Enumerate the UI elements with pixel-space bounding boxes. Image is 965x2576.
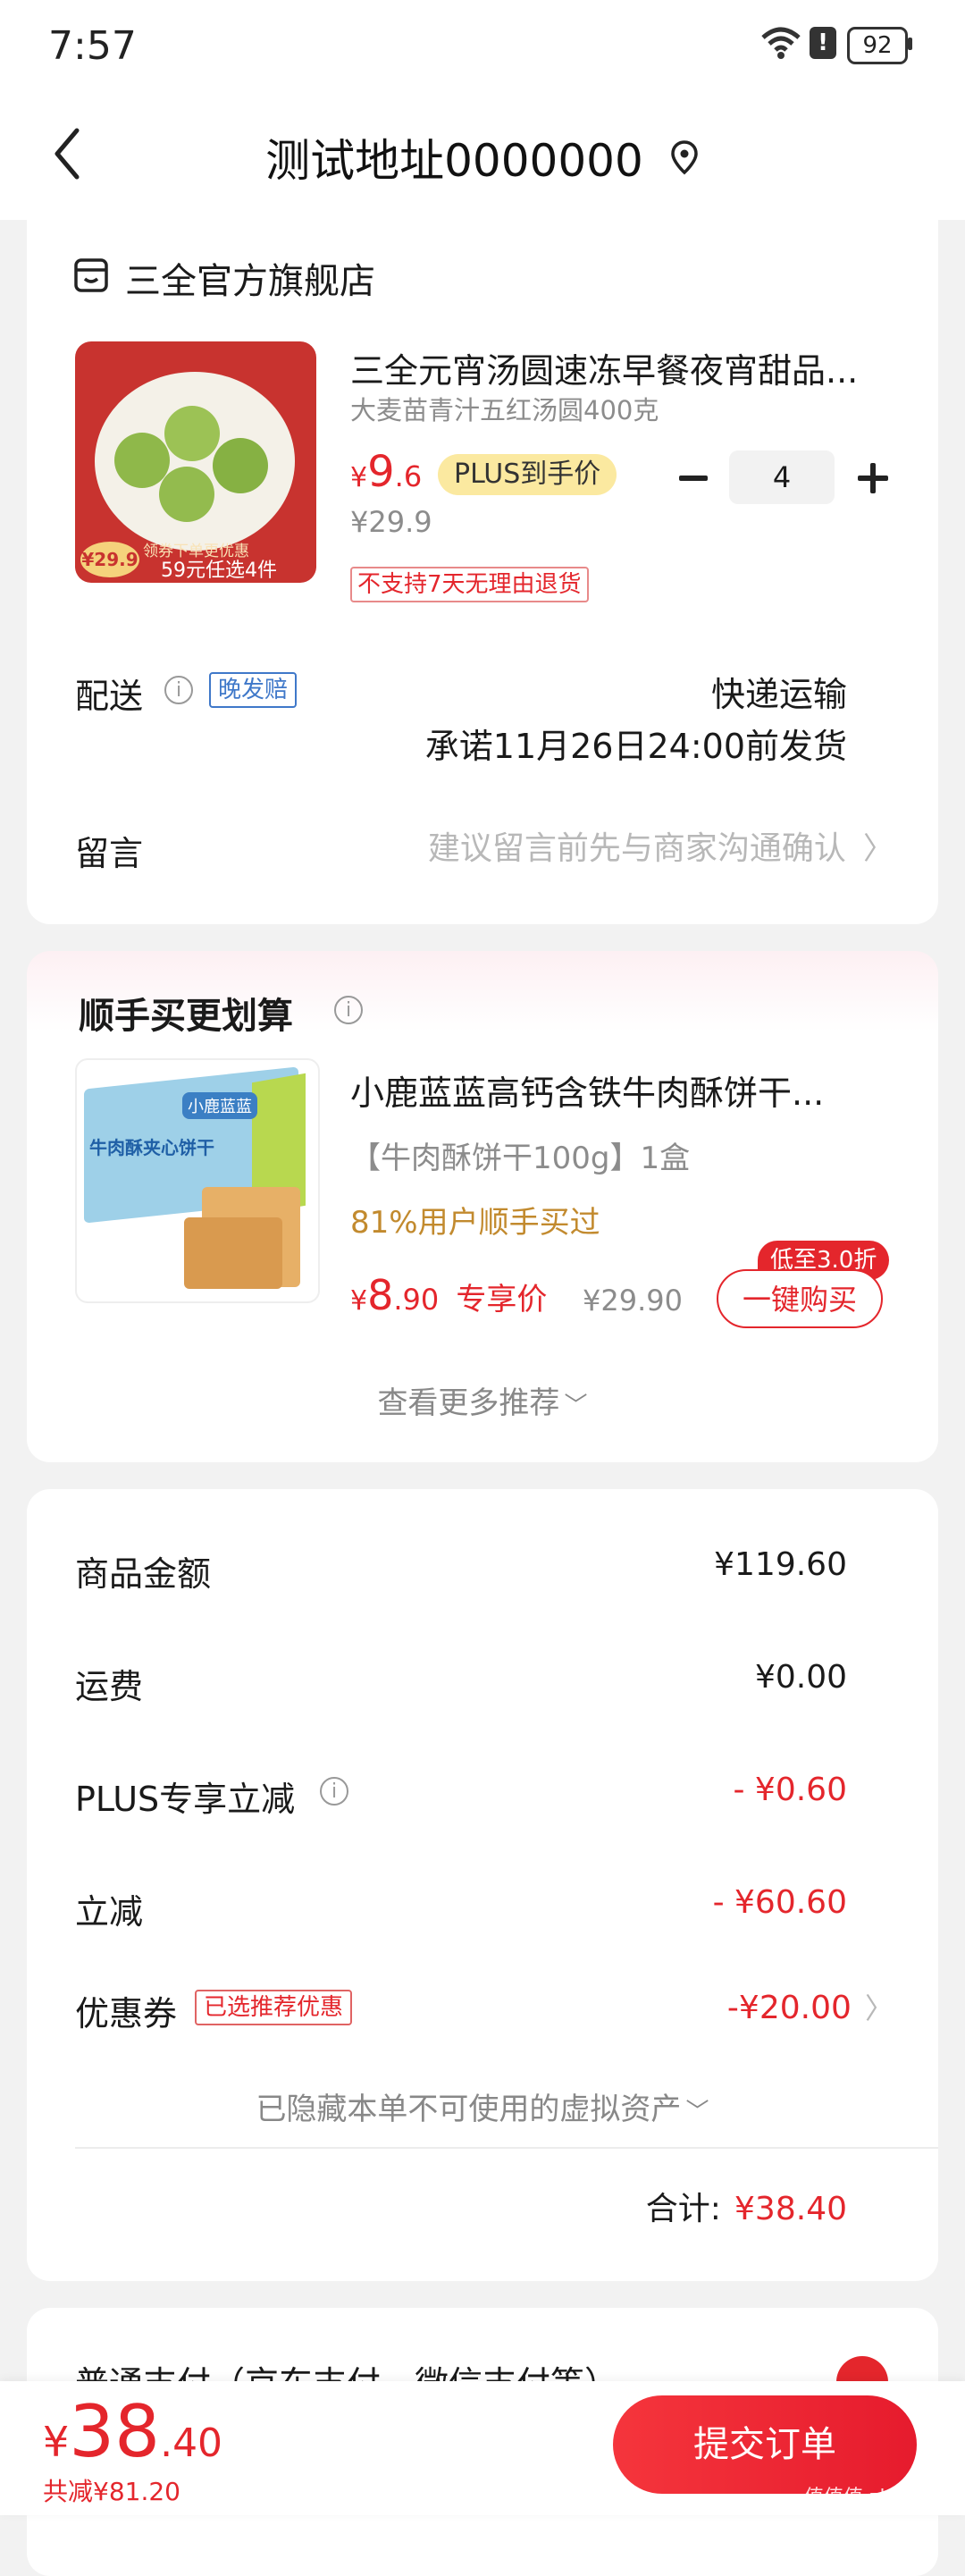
battery-tip bbox=[908, 38, 912, 50]
summary-plus-label: PLUS专享立减 bbox=[75, 1780, 296, 1819]
quantity-input[interactable]: 4 bbox=[729, 450, 835, 504]
recommend-title: 顺手买更划算 bbox=[79, 996, 293, 1037]
coupon-chevron-icon: 〉 bbox=[864, 1991, 894, 2025]
wifi-icon bbox=[761, 25, 801, 64]
summary-discount-label: 立减 bbox=[75, 1892, 144, 1932]
bottom-price-decimal: .40 bbox=[160, 2420, 223, 2466]
rec-price-integer: 8 bbox=[367, 1271, 394, 1319]
recommend-info-icon[interactable]: i bbox=[334, 996, 363, 1024]
coupon-tag: 已选推荐优惠 bbox=[195, 1990, 353, 2025]
bottom-price-symbol: ¥ bbox=[43, 2418, 70, 2466]
summary-shipping-value: ¥0.00 bbox=[754, 1659, 847, 1696]
recommend-price: ¥8.90 专享价 bbox=[350, 1271, 547, 1319]
minus-icon bbox=[679, 476, 708, 481]
recommend-social-proof: 81%用户顺手买过 bbox=[350, 1205, 600, 1241]
battery-indicator: 92 bbox=[847, 27, 908, 64]
chevron-down-icon: ﹀ bbox=[564, 1393, 588, 1419]
quantity-decrease-button[interactable] bbox=[676, 456, 713, 501]
bottom-price-integer: 38 bbox=[69, 2390, 161, 2473]
summary-divider bbox=[75, 2147, 938, 2149]
total-value: ¥38.40 bbox=[734, 2191, 847, 2227]
rec-price-tag: 专享价 bbox=[456, 1282, 548, 1317]
summary-shipping-label: 运费 bbox=[75, 1667, 144, 1706]
plus-icon-v bbox=[870, 463, 876, 493]
cracker-2 bbox=[184, 1217, 282, 1289]
summary-goods-label: 商品金额 bbox=[75, 1554, 212, 1594]
delivery-info-icon[interactable]: i bbox=[164, 676, 193, 704]
product-price: ¥9.6 bbox=[350, 447, 422, 497]
address-selector[interactable]: 测试地址0000000 bbox=[0, 125, 965, 188]
delivery-label: 配送 bbox=[75, 677, 144, 716]
store-icon bbox=[73, 257, 109, 297]
total-label: 合计: bbox=[645, 2191, 721, 2227]
price-decimal: .6 bbox=[394, 459, 423, 493]
summary-discount-value: - ¥60.60 bbox=[712, 1884, 847, 1921]
product-badge-text: 59元任选4件 bbox=[161, 560, 277, 582]
summary-coupon-label: 优惠券 bbox=[75, 1994, 178, 2033]
product-badge-price: ¥29.9 bbox=[80, 542, 139, 577]
summary-plus-value: - ¥0.60 bbox=[733, 1772, 848, 1808]
message-field[interactable]: 建议留言前先与商家沟通确认 〉 bbox=[375, 822, 894, 876]
location-pin-icon bbox=[671, 140, 698, 175]
recommend-product-image[interactable]: 小鹿蓝蓝 牛肉酥夹心饼干 bbox=[75, 1058, 320, 1303]
hidden-assets-label: 已隐藏本单不可使用的虚拟资产 bbox=[256, 2092, 682, 2127]
delivery-tag: 晚发赔 bbox=[209, 672, 298, 708]
chevron-right-icon: 〉 bbox=[863, 831, 894, 867]
product-balls bbox=[114, 397, 275, 531]
plus-price-tag: PLUS到手价 bbox=[438, 454, 617, 495]
coupon-selector[interactable]: -¥20.00 〉 bbox=[536, 1986, 894, 2027]
watermark: 值值值 zhizhizhi.com bbox=[804, 2487, 956, 2509]
summary-coupon-value: -¥20.00 bbox=[726, 1990, 852, 2026]
rec-price-symbol: ¥ bbox=[350, 1285, 368, 1317]
delivery-method: 快递运输 bbox=[710, 675, 847, 714]
message-placeholder: 建议留言前先与商家沟通确认 bbox=[427, 830, 846, 867]
hidden-assets-toggle[interactable]: 已隐藏本单不可使用的虚拟资产 ﹀ bbox=[0, 2084, 965, 2128]
message-label: 留言 bbox=[75, 834, 144, 873]
hidden-assets-chevron-icon: ﹀ bbox=[685, 2099, 709, 2126]
bottom-saved: 共减¥81.20 bbox=[43, 2477, 180, 2506]
rec-price-decimal: .90 bbox=[393, 1283, 440, 1317]
product-spec[interactable]: 大麦苗青汁五红汤圆400克 bbox=[350, 390, 659, 427]
product-title[interactable]: 三全元宵汤圆速冻早餐夜宵甜品... bbox=[350, 343, 904, 392]
summary-goods-value: ¥119.60 bbox=[714, 1546, 847, 1583]
more-recommend-label: 查看更多推荐 bbox=[377, 1385, 560, 1421]
alert-icon: ! bbox=[810, 27, 836, 59]
quantity-increase-button[interactable] bbox=[852, 456, 897, 501]
delivery-promise: 承诺11月26日24:00前发货 bbox=[424, 727, 847, 766]
recommend-product-spec: 【牛肉酥饼干100g】1盒 bbox=[350, 1141, 691, 1176]
box-label: 牛肉酥夹心饼干 bbox=[89, 1137, 214, 1158]
price-integer: 9 bbox=[367, 447, 395, 497]
one-click-buy-button[interactable]: 一键购买 bbox=[717, 1269, 883, 1328]
box-brand: 小鹿蓝蓝 bbox=[182, 1092, 257, 1119]
store-name[interactable]: 三全官方旗舰店 bbox=[125, 252, 375, 304]
product-image[interactable]: ¥29.9 领券下单更优惠 59元任选4件 bbox=[75, 341, 316, 583]
plus-info-icon[interactable]: i bbox=[320, 1777, 348, 1806]
bottom-price: ¥38.40 bbox=[43, 2390, 222, 2473]
status-time: 7:57 bbox=[48, 23, 137, 69]
original-price: ¥29.9 bbox=[350, 505, 432, 539]
recommend-original-price: ¥29.90 bbox=[583, 1284, 683, 1317]
return-notice: 不支持7天无理由退货 bbox=[350, 567, 589, 602]
price-symbol: ¥ bbox=[350, 462, 368, 493]
recommend-product-title[interactable]: 小鹿蓝蓝高钙含铁牛肉酥饼干... bbox=[350, 1065, 904, 1115]
more-recommend-button[interactable]: 查看更多推荐 ﹀ bbox=[0, 1378, 965, 1422]
summary-total: 合计: ¥38.40 bbox=[447, 2183, 847, 2229]
submit-order-button[interactable]: 提交订单 bbox=[613, 2395, 917, 2494]
address-text: 测试地址0000000 bbox=[265, 135, 643, 187]
